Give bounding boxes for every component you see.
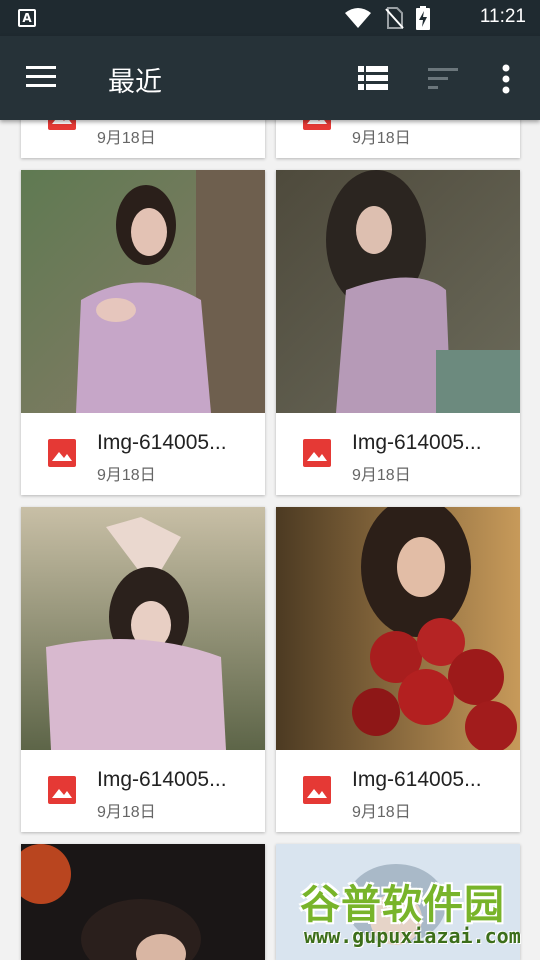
image-thumbnail xyxy=(276,507,520,750)
image-file-icon xyxy=(303,439,331,467)
sort-icon[interactable] xyxy=(428,68,460,90)
file-meta: Img-614005... 9月18日 xyxy=(276,413,520,495)
list-view-icon[interactable] xyxy=(358,66,388,90)
app-toolbar: 最近 xyxy=(0,36,540,120)
file-date: 9月18日 xyxy=(97,467,156,484)
image-thumbnail xyxy=(21,844,265,960)
file-meta: Img-614005... 9月18日 xyxy=(21,750,265,832)
file-meta: Img-614005... 9月18日 xyxy=(276,750,520,832)
file-card[interactable]: Img-614005... 9月18日 xyxy=(21,170,265,495)
file-date: 9月18日 xyxy=(97,804,156,821)
file-meta: Img-614005... 9月18日 xyxy=(21,413,265,495)
image-file-icon xyxy=(303,776,331,804)
file-card[interactable]: Img-614005... 9月18日 xyxy=(21,507,265,832)
file-date: 9月18日 xyxy=(352,804,411,821)
watermark-brand: 谷普软件园 xyxy=(300,882,505,928)
image-thumbnail xyxy=(276,170,520,413)
file-name: Img-614005... xyxy=(97,431,227,454)
file-date: 9月18日 xyxy=(352,467,411,484)
image-file-icon xyxy=(48,776,76,804)
more-options-icon[interactable] xyxy=(496,64,516,94)
image-file-icon xyxy=(48,439,76,467)
menu-icon[interactable] xyxy=(26,66,58,90)
file-card[interactable]: Img-614005... 9月18日 xyxy=(276,507,520,832)
image-thumbnail xyxy=(21,170,265,413)
image-thumbnail xyxy=(21,507,265,750)
watermark-logo: 谷普软件园 www.gupuxiazai.com xyxy=(296,872,536,956)
recent-files-grid: 9月18日 9月18日 Img-614005... 9月18日 Img-6140… xyxy=(0,0,540,960)
file-card[interactable]: Img-614005... 9月18日 xyxy=(276,170,520,495)
watermark-url: www.gupuxiazai.com xyxy=(304,924,521,948)
page-title: 最近 xyxy=(108,67,162,98)
file-name: Img-614005... xyxy=(352,431,482,454)
file-name: Img-614005... xyxy=(97,768,227,791)
file-name: Img-614005... xyxy=(352,768,482,791)
file-card[interactable] xyxy=(21,844,265,960)
file-date: 9月18日 xyxy=(97,130,156,147)
file-date: 9月18日 xyxy=(352,130,411,147)
